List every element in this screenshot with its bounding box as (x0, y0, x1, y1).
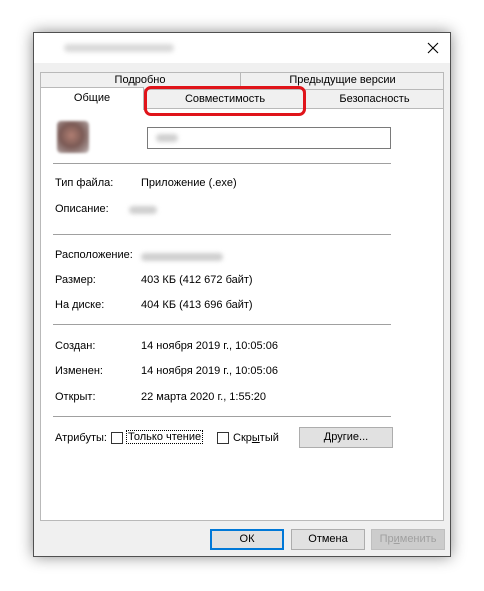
apply-label-part: Пр (379, 533, 394, 545)
close-icon (427, 42, 439, 54)
tab-compatibility[interactable]: Совместимость (144, 89, 306, 108)
cancel-button[interactable]: Отмена (291, 529, 365, 550)
other-label: ругие... (331, 431, 369, 443)
created-label: Создан: (55, 340, 96, 352)
modified-value: 14 ноября 2019 г., 10:05:06 (141, 365, 278, 377)
hidden-label-accel: ы (251, 432, 260, 444)
on-disk-label: На диске: (55, 299, 105, 311)
size-label: Размер: (55, 274, 96, 286)
separator (53, 163, 391, 164)
opened-value: 22 марта 2020 г., 1:55:20 (141, 391, 267, 403)
close-button[interactable] (416, 33, 450, 63)
on-disk-value: 404 КБ (413 696 байт) (141, 299, 253, 311)
readonly-label-text: Только чтение (126, 430, 204, 444)
size-value: 403 КБ (412 672 байт) (141, 274, 253, 286)
tab-previous-versions[interactable]: Предыдущие версии (241, 72, 444, 89)
hidden-label-part: тый (259, 432, 279, 444)
hidden-checkbox-label[interactable]: Скрытый (233, 432, 279, 444)
general-tab-panel: Тип файла: Приложение (.exe) Описание: Р… (40, 108, 444, 521)
readonly-checkbox-label[interactable]: Только чтение (126, 430, 204, 444)
location-label: Расположение: (55, 249, 133, 261)
other-attributes-button[interactable]: Другие... (299, 427, 393, 448)
readonly-checkbox[interactable] (111, 432, 123, 444)
title-bar (34, 33, 450, 63)
file-type-label: Тип файла: (55, 177, 114, 189)
tab-security[interactable]: Безопасность (305, 89, 444, 108)
opened-label: Открыт: (55, 391, 96, 403)
properties-dialog: Подробно Предыдущие версии Общие Совмест… (33, 32, 451, 557)
apply-label-part: менить (399, 533, 437, 545)
file-type-value: Приложение (.exe) (141, 177, 237, 189)
file-name-blurred (156, 134, 178, 142)
hidden-label-part: Скр (233, 432, 252, 444)
hidden-checkbox[interactable] (217, 432, 229, 444)
window-title-blurred (64, 44, 174, 52)
description-value-blurred (129, 206, 157, 214)
location-value-blurred (141, 253, 223, 261)
separator (53, 416, 391, 417)
description-label: Описание: (55, 203, 109, 215)
app-icon (57, 121, 89, 153)
file-name-field[interactable] (147, 127, 391, 149)
attributes-label: Атрибуты: (55, 432, 107, 444)
separator (53, 324, 391, 325)
separator (53, 234, 391, 235)
ok-button[interactable]: ОК (210, 529, 284, 550)
modified-label: Изменен: (55, 365, 103, 377)
tab-general[interactable]: Общие (40, 87, 144, 110)
apply-button[interactable]: Применить (371, 529, 445, 550)
created-value: 14 ноября 2019 г., 10:05:06 (141, 340, 278, 352)
